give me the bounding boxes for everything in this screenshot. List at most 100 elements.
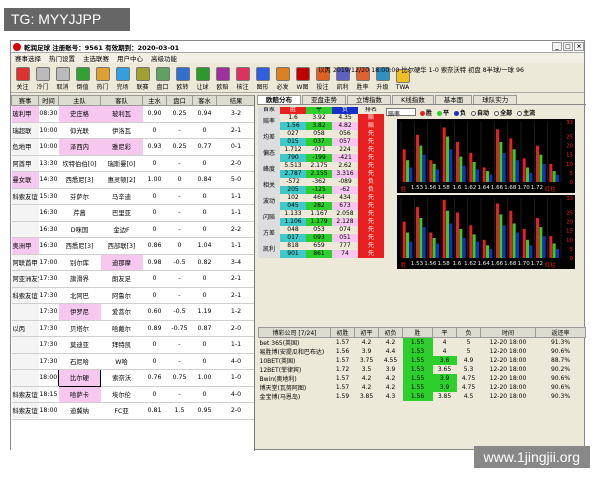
match-row[interactable]: 危地甲 10:00 泽西内 雅尼彩 0.93 0.25 0.77 0-1 [11,138,254,156]
stats-cell: 045 [280,201,306,210]
column-header[interactable]: 时间 [480,327,536,338]
match-row[interactable]: 瑞超联 10:00 仰光联 伊洛瓦 0-0 2-1 [11,122,254,139]
match-cell: 1-1 [216,188,254,205]
toolbar-button[interactable]: 图形 [253,67,272,91]
y-tick: 33 [566,120,573,126]
toolbar-button[interactable]: 联赛 [133,67,152,91]
menu-item[interactable]: 主选联赛 [83,53,109,63]
toolbar-button[interactable]: 热门 [93,67,112,91]
toolbar-icon [175,67,190,81]
toolbar-button[interactable]: 完场 [113,67,132,91]
match-cell: 0.25 [166,138,193,156]
match-row[interactable]: 16:30 芹菖 巴里亚 0-0 1-1 [11,204,254,222]
stats-cell: 先 [358,209,384,218]
company-cell: 3.65 [437,366,452,373]
maximize-button[interactable]: □ [563,42,573,51]
match-row[interactable]: 以丙 17:30 贝塔尔 哈戴尔 0.89 -0.75 0.87 2-0 [11,320,254,337]
tab-2[interactable]: 立博指数 [347,95,391,104]
toolbar-button[interactable]: 必发 [273,67,292,91]
column-header[interactable]: 赛事 [11,95,39,106]
match-row[interactable]: 奥洲甲 16:30 西悉尼[3] 西部联[3] 0.86 0 1.04 1-1 [11,237,254,255]
match-row[interactable]: 科索友谊 18:15 哈萨卡 埃尔伦 0-0 4-0 [11,386,254,403]
toolbar-button[interactable]: 核注 [233,67,252,91]
column-header[interactable]: 盘口 [166,95,193,106]
match-row[interactable]: 17:30 莫迪亚 拜特凯 0-0 1-1 [11,336,254,354]
match-row[interactable]: 阿酋甲 13:30 坎特伯伯[0] 瑞斯曼[0] 0-0 2-0 [11,155,254,172]
column-header[interactable]: 结果 [216,95,254,106]
company-row[interactable]: 10BET(英国) 1.57 3.75 4.55 1.55 3.6 4.9 12-20 18:… [259,356,586,365]
app-window: 乾润足球 注册账号：9561 有效期到：2020-03-01 _ □ × 赛事选… [10,40,586,451]
stats-cell: 先 [358,217,384,226]
company-row[interactable]: bet 365(英国) 1.57 4.2 4.2 1.55 4 5 12-20 18:00 91… [259,337,586,347]
column-header[interactable]: 博彩公司 [7/24] [258,327,331,338]
radio-draw[interactable]: 平 [437,108,449,117]
match-row[interactable]: 曼女联 14:30 西悉尼[3] 惠灵顿[2] 1.00 0 0.84 5-0 [11,171,254,189]
toolbar-button[interactable]: 冷门 [33,67,52,91]
menu-item[interactable]: 赛事选择 [15,53,41,63]
bar-胜 [416,207,419,258]
column-header[interactable]: 初平 [354,327,379,338]
column-header[interactable]: 初胜 [330,327,355,338]
company-row[interactable]: 博天堂(瓦努阿图) 1.57 4.2 4.2 1.55 3.9 4.75 12-20 18:0… [259,383,586,392]
toolbar-button[interactable]: 关注 [13,67,32,91]
bar-平 [446,210,449,258]
bar-平 [459,156,463,182]
match-row[interactable]: 科索友谊 15:30 芬萨尔 马辛迪 0-0 1-1 [11,188,254,205]
toolbar-button[interactable]: 欧转 [173,67,192,91]
match-row[interactable]: 科索友谊 17:30 北阿巴 阿鲁尔 0-0 2-1 [11,287,254,304]
match-row[interactable]: 17:30 石尼哈 W哈 0-0 4-0 [11,353,254,370]
match-cell: 0 [142,204,167,222]
menu-item[interactable]: 用户中心 [117,53,143,63]
match-row[interactable]: 玻利甲 08:30 史庄格 玻利瓦 0.90 0.25 0.94 3-2 [11,105,254,123]
company-row[interactable]: Bwin(奥地利) 1.57 4.2 4.2 1.55 3.9 4.75 12-20 18:0… [259,374,586,383]
menu-item[interactable]: 高级功能 [151,53,177,63]
radio-main[interactable]: 主流 [517,108,535,117]
company-row[interactable]: 金宝博(马恩岛) 1.59 3.85 4.3 1.56 3.85 4.5 12-20 18:0… [259,392,586,401]
column-header[interactable]: 负 [456,327,481,338]
minimize-button[interactable]: _ [552,42,562,51]
stats-cell: 先 [358,137,384,146]
column-header[interactable]: 初负 [378,327,403,338]
tab-4[interactable]: 基本面 [434,95,473,104]
column-header[interactable]: 客水 [192,95,217,106]
column-header[interactable]: 主队 [58,95,101,106]
stats-cell: 2.128 [332,217,358,226]
match-row[interactable]: 阿亚洲友谊17:30旗滑界朗友足0-02-1 [11,270,254,288]
match-row[interactable]: 18:00 比尔硬 索奈沃 0.76 0.75 1.00 1-0 [11,369,254,387]
radio-all[interactable]: 全部 [494,108,512,117]
bar-负 [556,248,559,258]
company-row[interactable]: 易胜博(安提瓜和巴布达) 1.56 3.9 4.4 1.53 4 5 12-20 18:00 9… [259,347,586,356]
watermark: TG: MYYJJPP [4,8,130,31]
y-tick: 10 [566,238,573,244]
company-row[interactable]: 12BET(菲律宾) 1.72 3.5 3.9 1.53 3.65 5.3 12-20 18:… [259,365,586,374]
radio-lose[interactable]: 负 [454,108,466,117]
match-row[interactable]: 科索友谊 18:00 迪冀纳 FC亚 0.81 1.5 0.95 2-0 [11,402,254,420]
toolbar-button[interactable]: 欧赔 [213,67,232,91]
tab-3[interactable]: K线指数 [392,95,434,104]
tab-5[interactable]: 球队实力 [473,95,518,104]
column-header[interactable]: 胜 [402,327,433,338]
toolbar-button[interactable]: 取消 [53,67,72,91]
metric-select[interactable]: 赔率 [386,108,416,118]
company-cell: 12BET(菲律宾) [259,367,302,374]
tab-0[interactable]: 欧赔分布 [257,95,301,104]
radio-win[interactable]: 胜 [420,108,432,117]
toolbar-button[interactable]: 倒值 [73,67,92,91]
column-header[interactable]: 返还率 [535,327,586,338]
toolbar-button[interactable]: W图 [293,67,312,91]
close-button[interactable]: × [574,42,584,51]
match-cell: 0.87 [192,320,217,337]
tab-1[interactable]: 亚盘走势 [302,95,346,104]
toolbar-button[interactable]: 盘口 [153,67,172,91]
column-header[interactable]: 时间 [38,95,59,106]
column-header[interactable]: 客队 [100,95,143,106]
toolbar-button[interactable]: 让球 [193,67,212,91]
menu-item[interactable]: 热门设置 [49,53,75,63]
toolbar-icon [95,67,110,81]
match-row[interactable]: 16:30 D咪国 金边F 0-0 2-2 [11,221,254,238]
radio-auto[interactable]: 自动 [471,108,489,117]
column-header[interactable]: 主水 [142,95,167,106]
column-header[interactable]: 平 [432,327,457,338]
match-row[interactable]: 17:30 伊罗尼 爱菩尔 0.60 -0.5 1.19 1-2 [11,303,254,321]
match-row[interactable]: 阿联酋甲 17:00 别尔库 迪那摩 0.98 -0.5 0.82 3-4 [11,254,254,271]
